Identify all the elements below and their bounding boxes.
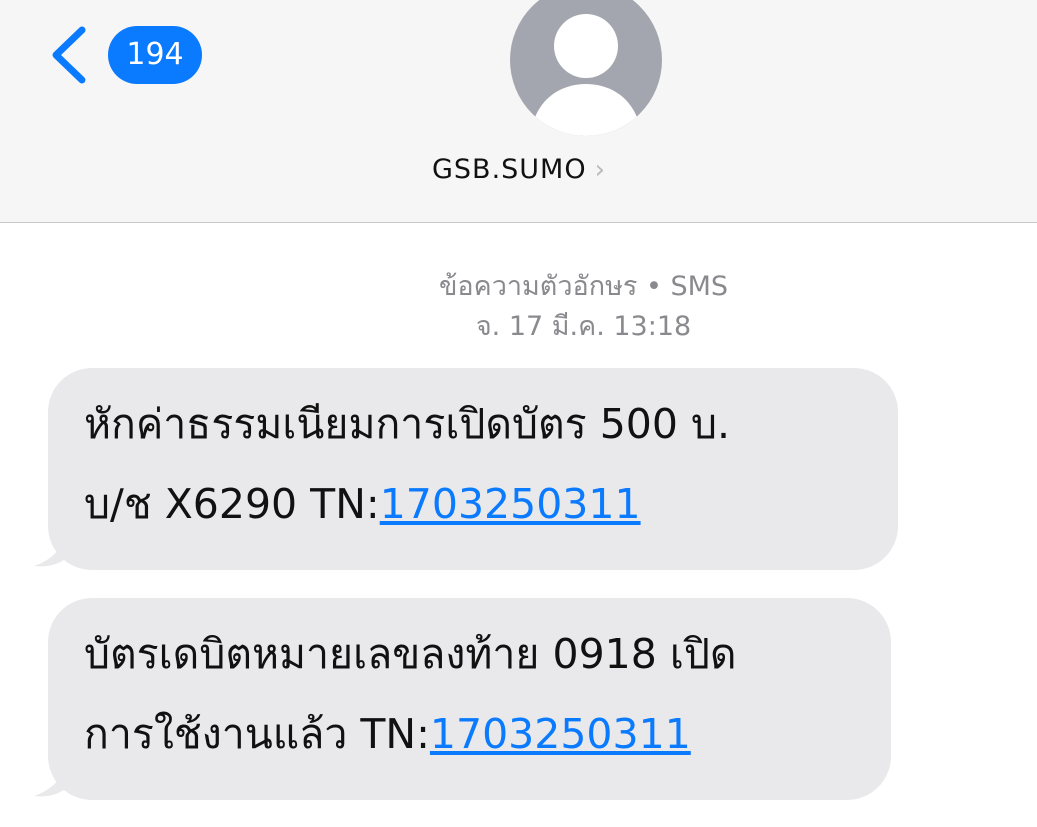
avatar[interactable] <box>510 0 662 136</box>
transaction-link[interactable]: 1703250311 <box>430 710 691 758</box>
contact-name-button[interactable]: GSB.SUMO › <box>0 154 1037 185</box>
chevron-right-icon: › <box>594 155 606 185</box>
person-icon <box>530 14 642 136</box>
conversation-header: 194 GSB.SUMO › <box>0 0 1037 223</box>
message-text: หักค่าธรรมเนียมการเปิดบัตร 500 บ. <box>84 400 731 448</box>
message-text: การใช้งานแล้ว TN:1703250311 <box>84 694 851 774</box>
message-text: บัตรเดบิตหมายเลขลงท้าย 0918 เปิด <box>84 630 737 678</box>
message-timestamp: จ. 17 มี.ค. 13:18 <box>475 311 692 342</box>
message-bubble[interactable]: บัตรเดบิตหมายเลขลงท้าย 0918 เปิด การใช้ง… <box>48 598 891 800</box>
message-bubble[interactable]: หักค่าธรรมเนียมการเปิดบัตร 500 บ. บ/ช X6… <box>48 368 898 570</box>
message-text: บ/ช X6290 TN:1703250311 <box>84 464 858 544</box>
message-text-part: บ/ช X6290 TN: <box>84 480 380 528</box>
message-text-part: การใช้งานแล้ว TN: <box>84 710 430 758</box>
contact-name: GSB.SUMO <box>431 154 587 185</box>
transaction-link[interactable]: 1703250311 <box>380 480 641 528</box>
unread-count-badge[interactable]: 194 <box>108 26 202 84</box>
back-icon[interactable] <box>46 24 92 86</box>
message-type-label: ข้อความตัวอักษร • SMS <box>438 271 729 302</box>
